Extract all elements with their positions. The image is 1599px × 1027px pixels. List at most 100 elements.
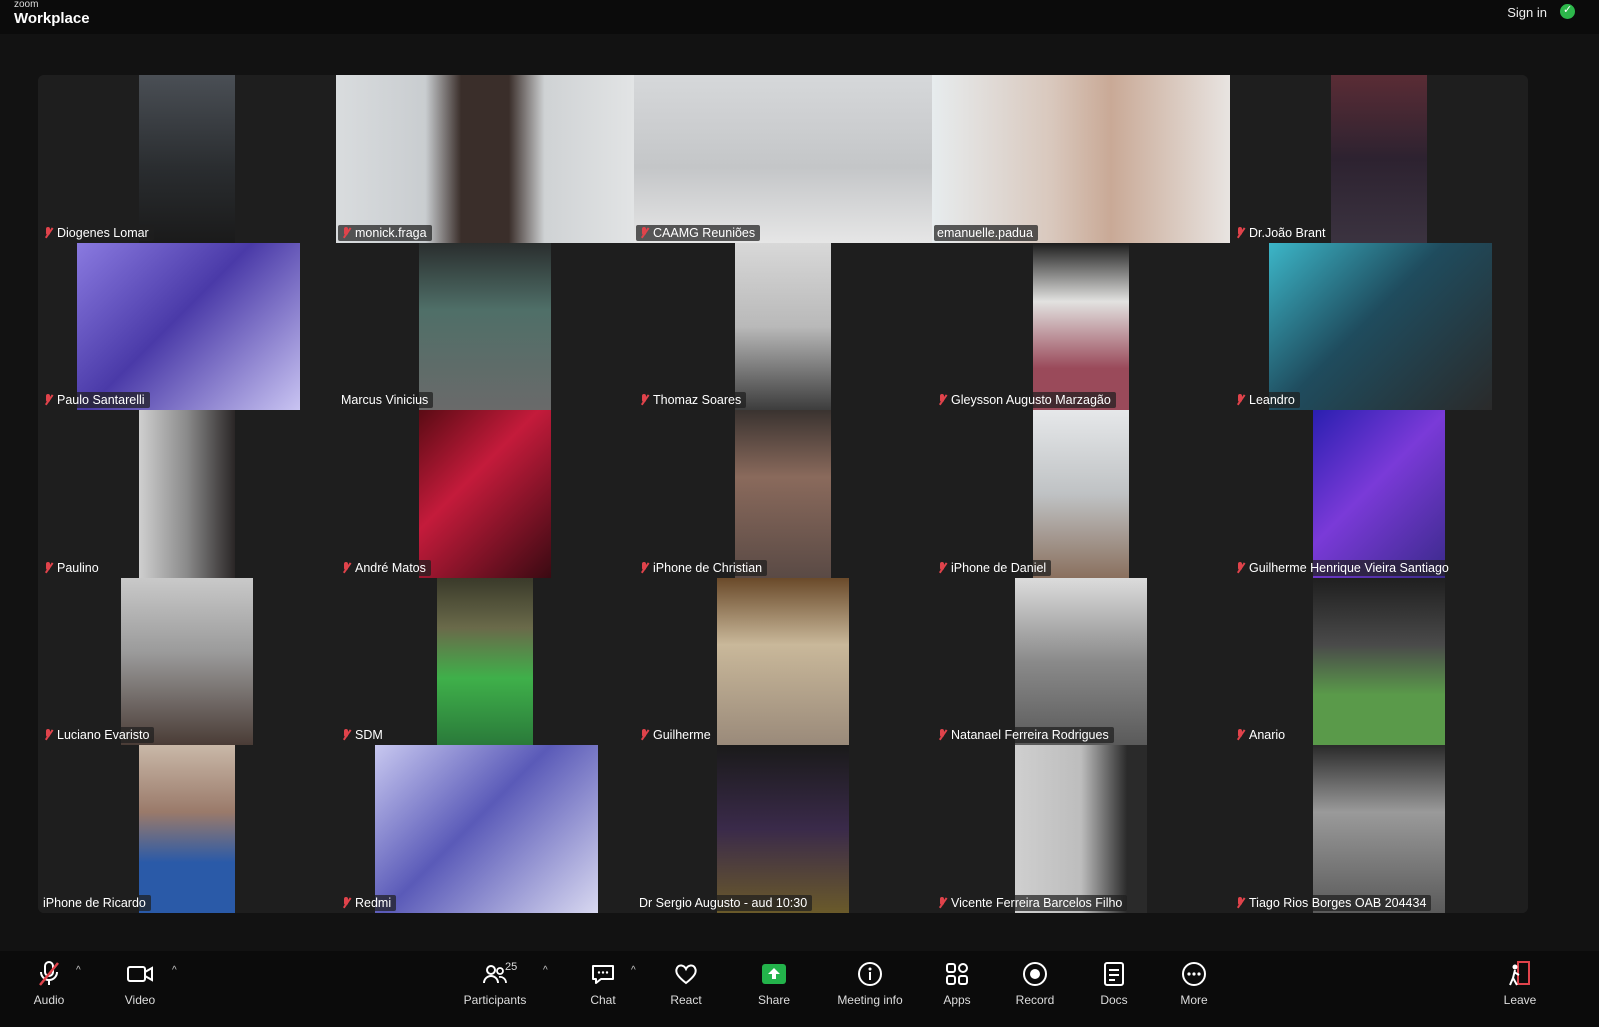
participant-name-label: Marcus Vinicius: [338, 392, 434, 409]
mic-muted-icon: [1235, 561, 1245, 574]
participant-name-label: Gleysson Augusto Marzagão: [934, 392, 1116, 409]
brand-large: Workplace: [14, 10, 90, 27]
participant-tile[interactable]: CAAMG Reuniões: [634, 75, 932, 243]
participant-tile[interactable]: iPhone de Ricardo: [38, 745, 336, 913]
video-options-caret-icon[interactable]: ^: [172, 965, 177, 976]
participant-name-label: Thomaz Soares: [636, 392, 747, 409]
participant-tile[interactable]: Diogenes Lomar: [38, 75, 336, 243]
participant-tile[interactable]: monick.fraga: [336, 75, 634, 243]
participant-video: [1033, 242, 1129, 411]
leave-button[interactable]: Leave: [1480, 959, 1560, 1007]
react-button[interactable]: React: [646, 959, 726, 1007]
participant-tile[interactable]: Paulino: [38, 410, 336, 578]
participants-options-caret-icon[interactable]: ^: [543, 965, 548, 976]
participant-tile[interactable]: Marcus Vinicius: [336, 242, 634, 411]
participant-name-label: iPhone de Christian: [636, 559, 768, 576]
encryption-shield-icon[interactable]: [1560, 3, 1575, 19]
participant-name: monick.fraga: [355, 225, 427, 240]
mic-muted-icon: [937, 561, 947, 574]
participant-tile[interactable]: Gleysson Augusto Marzagão: [932, 242, 1230, 411]
mic-muted-icon: [639, 729, 649, 741]
share-screen-icon: [734, 959, 814, 989]
participant-tile[interactable]: Dr.João Brant: [1230, 75, 1528, 243]
docs-label: Docs: [1100, 993, 1128, 1007]
participant-tile[interactable]: Paulo Santarelli: [38, 242, 336, 411]
chat-label: Chat: [590, 993, 616, 1007]
participant-name-label: iPhone de Ricardo: [40, 895, 151, 911]
record-button[interactable]: Record: [995, 959, 1075, 1007]
participant-name: Vicente Ferreira Barcelos Filho: [951, 896, 1123, 910]
participant-name: iPhone de Ricardo: [43, 896, 146, 910]
participant-tile[interactable]: SDM: [336, 577, 634, 746]
participants-button[interactable]: 25 Participants: [455, 959, 535, 1007]
participant-name: iPhone de Daniel: [951, 560, 1047, 575]
apps-grid-icon: [917, 959, 997, 989]
participant-tile[interactable]: André Matos: [336, 410, 634, 578]
participant-video: [735, 242, 831, 411]
meeting-info-button[interactable]: Meeting info: [830, 959, 910, 1007]
participant-name-label: Guilherme: [636, 727, 716, 744]
participant-name: Guilherme Henrique Vieira Santiago: [1249, 560, 1449, 575]
share-label: Share: [757, 993, 791, 1007]
record-icon: [995, 959, 1075, 989]
participant-video: [1015, 577, 1147, 746]
participant-tile[interactable]: Anario: [1230, 577, 1528, 746]
mic-muted-icon: [639, 226, 649, 239]
participant-video: [1015, 745, 1147, 913]
video-button[interactable]: Video: [100, 959, 180, 1007]
participant-name: Anario: [1249, 728, 1286, 743]
more-button[interactable]: More: [1154, 959, 1234, 1007]
participant-video: [139, 75, 235, 243]
participant-tile[interactable]: Natanael Ferreira Rodrigues: [932, 577, 1230, 746]
mic-muted-icon: [43, 729, 53, 741]
participant-name: SDM: [355, 728, 383, 743]
participant-name: Gleysson Augusto Marzagão: [951, 393, 1111, 408]
mic-muted-icon: [341, 561, 351, 574]
participant-name-label: SDM: [338, 727, 388, 744]
participant-name-label: iPhone de Daniel: [934, 559, 1052, 576]
react-label: React: [670, 993, 702, 1007]
participant-video: [139, 745, 235, 913]
share-button[interactable]: Share: [734, 959, 814, 1007]
audio-options-caret-icon[interactable]: ^: [76, 965, 81, 976]
participant-tile[interactable]: Thomaz Soares: [634, 242, 932, 411]
participant-name-label: Tiago Rios Borges OAB 204434: [1232, 895, 1432, 911]
participant-name: André Matos: [355, 560, 426, 575]
participant-tile[interactable]: Leandro: [1230, 242, 1528, 411]
participant-tile[interactable]: Vicente Ferreira Barcelos Filho: [932, 745, 1230, 913]
mic-muted-icon: [341, 226, 351, 239]
brand-small: zoom: [14, 0, 39, 10]
title-bar: zoom Workplace Sign in: [0, 0, 1599, 34]
participant-tile[interactable]: Dr Sergio Augusto - aud 10:30: [634, 745, 932, 913]
participant-tile[interactable]: Luciano Evaristo: [38, 577, 336, 746]
participant-name-label: Vicente Ferreira Barcelos Filho: [934, 895, 1128, 911]
participant-video: [419, 410, 551, 578]
participant-name: emanuelle.padua: [937, 225, 1033, 240]
mic-muted-icon: [937, 394, 947, 406]
docs-button[interactable]: Docs: [1074, 959, 1154, 1007]
participant-name-label: Dr Sergio Augusto - aud 10:30: [636, 895, 813, 911]
participant-video: [336, 75, 634, 243]
participant-tile[interactable]: Guilherme Henrique Vieira Santiago: [1230, 410, 1528, 578]
participant-tile[interactable]: iPhone de Christian: [634, 410, 932, 578]
participant-name-label: Anario: [1232, 727, 1291, 744]
participant-tile[interactable]: Guilherme: [634, 577, 932, 746]
participant-tile[interactable]: iPhone de Daniel: [932, 410, 1230, 578]
participant-name: Marcus Vinicius: [341, 393, 429, 408]
participant-tile[interactable]: Redmi: [336, 745, 634, 913]
participant-video: [121, 577, 253, 746]
sign-in-button[interactable]: Sign in: [1507, 5, 1547, 20]
participant-name: Natanael Ferreira Rodrigues: [951, 728, 1109, 743]
participant-video: [1313, 745, 1445, 913]
participant-tile-active-speaker[interactable]: emanuelle.padua: [932, 75, 1230, 243]
apps-button[interactable]: Apps: [917, 959, 997, 1007]
participant-name: Redmi: [355, 896, 392, 910]
mic-muted-icon: [1235, 226, 1245, 239]
mic-muted-icon: [43, 226, 53, 239]
gallery-grid: Diogenes Lomar monick.fraga CAAMG Reuniõ…: [38, 75, 1528, 913]
participant-tile[interactable]: Tiago Rios Borges OAB 204434: [1230, 745, 1528, 913]
mic-muted-icon: [639, 561, 649, 574]
participant-name: Diogenes Lomar: [57, 225, 149, 240]
zoom-logo: zoom Workplace: [14, 0, 90, 26]
chat-options-caret-icon[interactable]: ^: [631, 965, 636, 976]
